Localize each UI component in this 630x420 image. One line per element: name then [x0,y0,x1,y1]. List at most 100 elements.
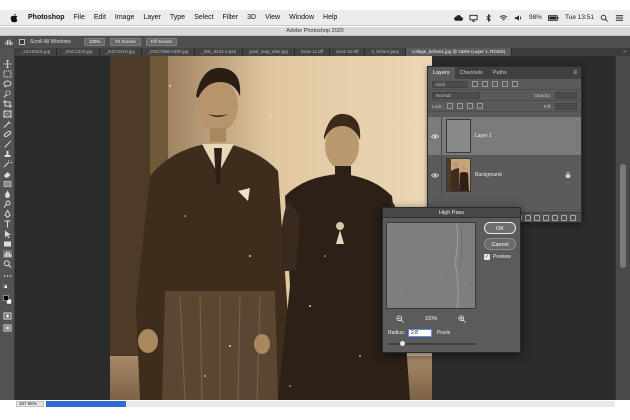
doc-tab[interactable]: Scan 11.tiff [294,48,331,56]
notification-center-icon[interactable] [615,14,624,22]
radius-input[interactable]: 2.8 [407,329,432,337]
preview-checkbox[interactable]: ✓ [484,254,490,260]
menu-filter[interactable]: Filter [223,14,239,21]
menu-clock[interactable]: Tue 13:51 [565,14,594,21]
kind-filter-select[interactable]: Kind [432,80,468,88]
screen-mode-icon[interactable] [3,324,12,332]
type-tool-icon[interactable] [3,220,12,228]
layer-name[interactable]: Background [475,172,502,178]
hand-tool-icon[interactable] [3,250,12,258]
new-group-icon[interactable] [552,215,558,221]
scrollbar-thumb[interactable] [620,164,626,268]
volume-icon[interactable] [514,14,523,22]
bluetooth-icon[interactable] [484,13,493,22]
doc-tab[interactable]: Scan 10.tiff [330,48,366,56]
doc-tab-active[interactable]: collage_before1.jpg @ 158% (Layer 1, RGB… [406,48,513,56]
menu-3d[interactable]: 3D [247,14,256,21]
menu-view[interactable]: View [265,14,280,21]
pen-tool-icon[interactable] [3,210,12,218]
zoom-tool-icon[interactable] [3,260,12,268]
menu-layer[interactable]: Layer [143,14,161,21]
zoom-level-field[interactable]: 167.66% [16,401,44,407]
menu-help[interactable]: Help [323,14,337,21]
apple-icon[interactable] [10,13,19,23]
lock-pixels-icon[interactable] [456,103,463,109]
menu-select[interactable]: Select [194,14,213,21]
history-brush-tool-icon[interactable] [3,160,12,168]
menu-edit[interactable]: Edit [94,14,106,21]
panel-menu-icon[interactable]: ≡ [573,70,577,76]
horizontal-scrollbar[interactable] [126,401,615,407]
cloud-icon[interactable] [454,14,463,22]
layer-style-icon[interactable] [525,215,531,221]
doc-tab[interactable]: _DSC1343.jpg [57,48,100,56]
menu-app-name[interactable]: Photoshop [28,14,65,21]
crop-tool-icon[interactable] [3,100,12,108]
marquee-tool-icon[interactable] [3,70,12,78]
color-swatches[interactable] [3,294,12,306]
doc-tab[interactable]: grad_map_after.jpg [243,48,295,56]
add-mask-icon[interactable] [534,215,540,221]
visibility-eye-icon[interactable] [428,156,442,194]
lasso-tool-icon[interactable] [3,80,12,88]
filter-smart-object-icon[interactable] [512,81,518,87]
blend-mode-select[interactable]: Normal [432,91,480,99]
zoom-100-button[interactable]: 100% [83,38,106,46]
layer-row-background[interactable]: Background [428,156,581,194]
preview-toggle[interactable]: ✓ Preview [484,254,511,260]
airplay-icon[interactable] [469,14,478,22]
zoom-in-icon[interactable] [458,315,466,323]
lock-icon[interactable] [565,172,571,178]
doc-tab[interactable]: _DSC7596-HDR.jpg [141,48,196,56]
layer-name[interactable]: Layer 1 [475,133,492,139]
cancel-button[interactable]: Cancel [484,238,516,250]
tab-layers[interactable]: Layers [428,67,455,79]
fill-screen-button[interactable]: Fill Screen [145,38,178,46]
quick-mask-icon[interactable] [3,312,12,320]
clone-stamp-tool-icon[interactable] [3,150,12,158]
healing-brush-tool-icon[interactable] [3,130,12,138]
eyedropper-tool-icon[interactable] [3,120,12,128]
delete-layer-icon[interactable] [570,215,576,221]
eraser-tool-icon[interactable] [3,170,12,178]
lock-transparency-icon[interactable] [446,103,453,109]
more-tools-icon[interactable] [3,272,12,280]
doc-tab[interactable]: _DSC2419.jpg [99,48,142,56]
rectangle-tool-icon[interactable] [3,240,12,248]
visibility-eye-icon[interactable] [428,117,442,155]
tab-paths[interactable]: Paths [488,67,512,79]
zoom-out-icon[interactable] [396,315,404,323]
horizontal-scroll-thumb[interactable] [46,401,126,407]
doc-tab[interactable]: _UCH93dc.jpg [15,48,58,56]
lock-all-icon[interactable] [476,103,483,109]
gradient-tool-icon[interactable] [3,180,12,188]
lock-position-icon[interactable] [466,103,473,109]
new-layer-icon[interactable] [561,215,567,221]
opacity-field[interactable] [555,91,577,99]
fit-screen-button[interactable]: Fit Screen [110,38,141,46]
fill-field[interactable] [555,102,577,110]
menu-file[interactable]: File [74,14,85,21]
vertical-scrollbar[interactable] [615,56,630,400]
doc-tab[interactable]: _MG_8244-2.psd [195,48,244,56]
wifi-icon[interactable] [499,14,508,22]
filter-shape-icon[interactable] [502,81,508,87]
path-selection-tool-icon[interactable] [3,230,12,238]
default-colors-icon[interactable] [3,284,12,292]
ok-button[interactable]: OK [484,222,516,234]
scroll-all-windows-checkbox[interactable] [19,39,25,45]
menu-window[interactable]: Window [289,14,314,21]
spotlight-search-icon[interactable] [600,14,609,22]
move-tool-icon[interactable] [3,60,12,68]
filter-type-icon[interactable] [492,81,498,87]
menu-type[interactable]: Type [170,14,185,21]
radius-slider-thumb[interactable] [400,341,405,346]
frame-tool-icon[interactable] [3,110,12,118]
tab-channels[interactable]: Channels [455,67,488,79]
doc-tab[interactable]: 2_before.jpeg [365,48,406,56]
filter-adjustment-icon[interactable] [482,81,488,87]
layer-row-layer1[interactable]: Layer 1 [428,117,581,155]
quick-select-tool-icon[interactable] [3,90,12,98]
brush-tool-icon[interactable] [3,140,12,148]
menu-image[interactable]: Image [115,14,134,21]
